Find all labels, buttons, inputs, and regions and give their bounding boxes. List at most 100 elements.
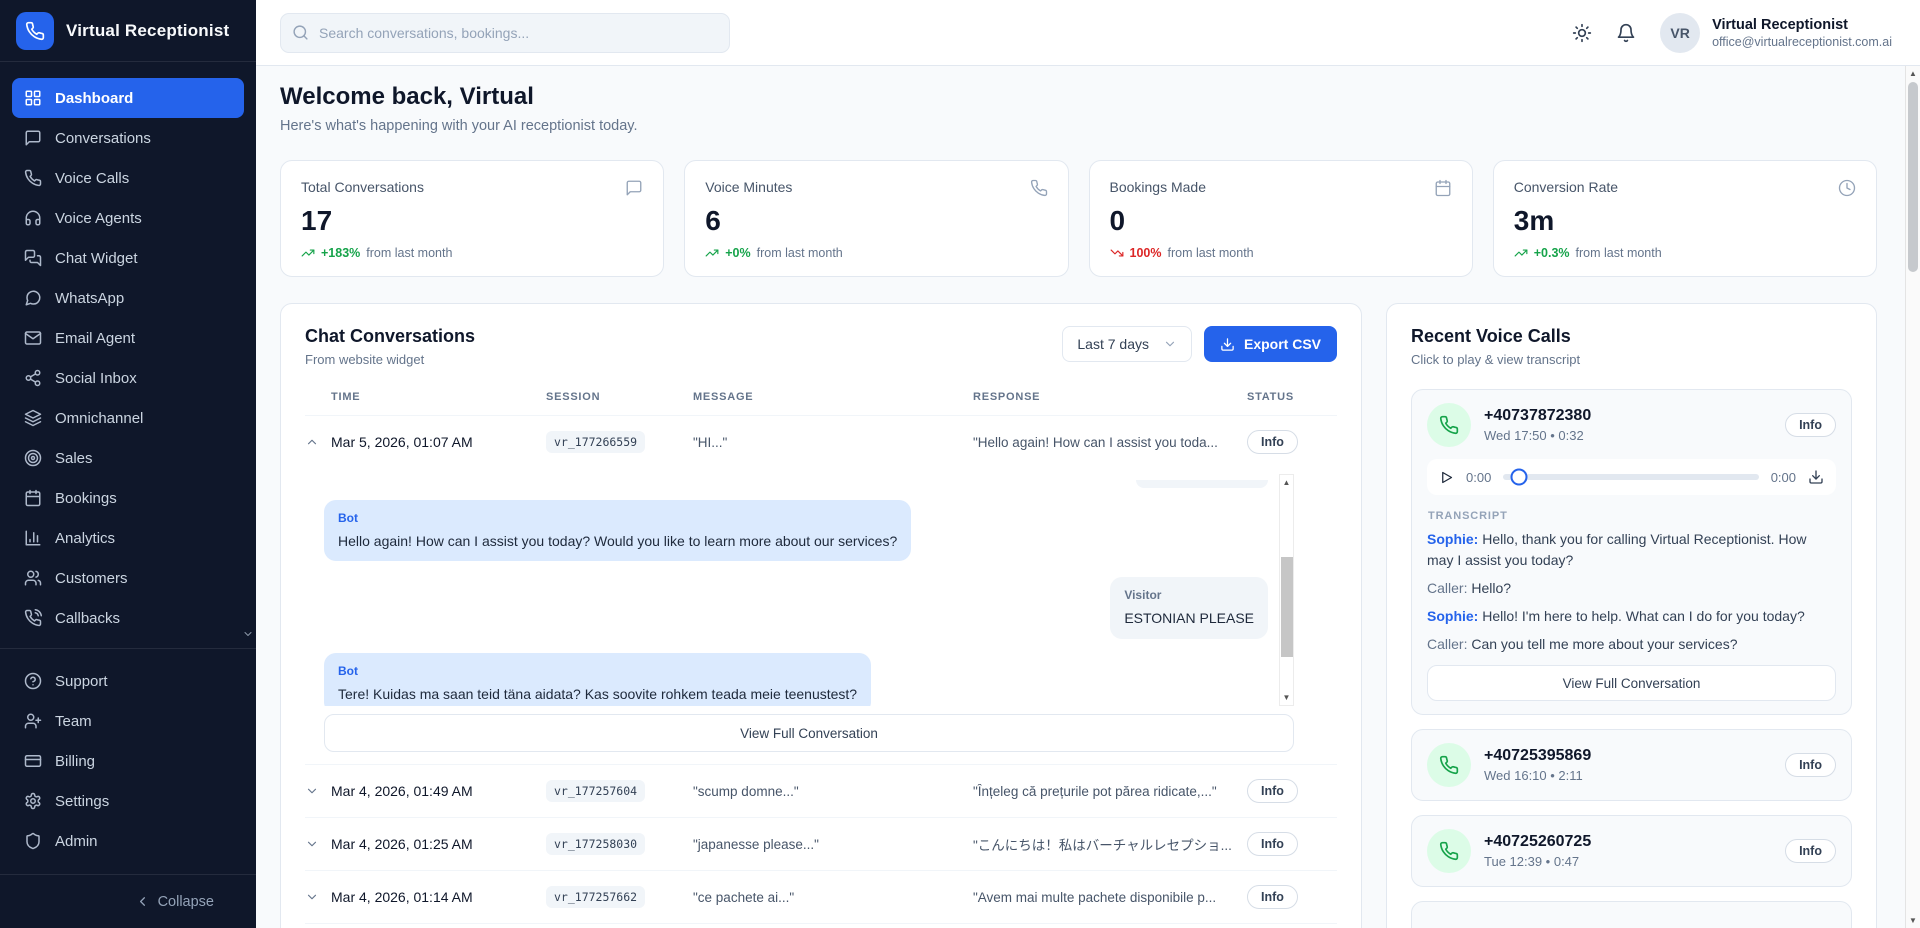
sidebar-item-settings[interactable]: Settings	[12, 781, 244, 821]
voice-call-card[interactable]: +40737872380 Wed 17:50 • 0:32 Info 0:00 …	[1411, 389, 1852, 715]
stat-value: 3m	[1514, 205, 1856, 237]
trend-up-icon	[301, 246, 315, 260]
table-row[interactable]: Mar 4, 2026, 01:49 AM vr_177257604 "scum…	[305, 764, 1337, 818]
sidebar-item-whatsapp[interactable]: WhatsApp	[12, 278, 244, 318]
visitor-message-bubble: Visitor ESTONIAN PLEASE	[1110, 577, 1268, 638]
layers-icon	[24, 409, 42, 427]
call-phone-icon	[1427, 403, 1471, 447]
date-range-select[interactable]: Last 7 days	[1062, 326, 1192, 362]
shield-icon	[24, 832, 42, 850]
sidebar-item-conversations[interactable]: Conversations	[12, 118, 244, 158]
mail-icon	[24, 329, 42, 347]
chevron-down-icon[interactable]	[305, 890, 329, 904]
view-full-conversation-button[interactable]: View Full Conversation	[1427, 665, 1836, 701]
sidebar-item-omnichannel[interactable]: Omnichannel	[12, 398, 244, 438]
voice-call-card[interactable]: +40725260725 Tue 12:39 • 0:47 Info	[1411, 815, 1852, 887]
seek-slider[interactable]	[1503, 474, 1758, 480]
sidebar-item-voice-agents[interactable]: Voice Agents	[12, 198, 244, 238]
sidebar-scroll-indicator-chevron-down-icon[interactable]	[242, 628, 254, 640]
sidebar-item-email-agent[interactable]: Email Agent	[12, 318, 244, 358]
transcript-line: Sophie: Hello, thank you for calling Vir…	[1427, 529, 1836, 571]
sidebar-item-support[interactable]: Support	[12, 661, 244, 701]
info-badge[interactable]: Info	[1247, 832, 1298, 856]
bot-message-bubble: Bot Hello again! How can I assist you to…	[324, 500, 911, 561]
search-icon	[292, 24, 309, 41]
trend-down-icon	[1110, 246, 1124, 260]
table-row-partial	[305, 924, 1337, 928]
collapse-sidebar-button[interactable]: Collapse	[0, 874, 256, 928]
conversation-scrollbar[interactable]: ▲ ▼	[1279, 474, 1294, 706]
transcript-line: Caller: Can you tell me more about your …	[1427, 634, 1836, 655]
info-badge[interactable]: Info	[1785, 413, 1836, 437]
user-email: office@virtualreceptionist.com.ai	[1712, 35, 1892, 49]
trend-up-icon	[705, 246, 719, 260]
stat-card-conversion-rate: Conversion Rate 3m +0.3%from last month	[1493, 160, 1877, 277]
info-badge[interactable]: Info	[1247, 430, 1298, 454]
table-header: TIME SESSION MESSAGE RESPONSE STATUS	[305, 391, 1337, 416]
sidebar-item-admin[interactable]: Admin	[12, 821, 244, 861]
calendar-icon	[24, 489, 42, 507]
info-badge[interactable]: Info	[1785, 753, 1836, 777]
target-icon	[24, 449, 42, 467]
page-title: Welcome back, Virtual	[280, 83, 1877, 111]
chevron-up-icon[interactable]	[305, 435, 329, 449]
session-badge: vr_177266559	[546, 431, 645, 453]
table-row[interactable]: Mar 4, 2026, 01:25 AM vr_177258030 "japa…	[305, 818, 1337, 871]
sidebar-item-analytics[interactable]: Analytics	[12, 518, 244, 558]
bot-message-bubble: Bot Tere! Kuidas ma saan teid täna aidat…	[324, 653, 871, 706]
call-meta: Wed 17:50 • 0:32	[1484, 428, 1591, 443]
sidebar-nav: Dashboard Conversations Voice Calls Voic…	[0, 62, 256, 648]
current-time: 0:00	[1466, 470, 1491, 485]
play-icon[interactable]	[1439, 470, 1454, 485]
scroll-thumb[interactable]	[1281, 557, 1293, 657]
sidebar-item-dashboard[interactable]: Dashboard	[12, 78, 244, 118]
stat-card-voice-minutes: Voice Minutes 6 +0%from last month	[684, 160, 1068, 277]
sidebar-item-team[interactable]: Team	[12, 701, 244, 741]
grid-icon	[24, 89, 42, 107]
sidebar-item-voice-calls[interactable]: Voice Calls	[12, 158, 244, 198]
slider-thumb[interactable]	[1510, 469, 1527, 486]
info-badge[interactable]: Info	[1247, 779, 1298, 803]
chevron-down-icon[interactable]	[305, 784, 329, 798]
user-menu[interactable]: VR Virtual Receptionist office@virtualre…	[1660, 13, 1892, 53]
call-phone-icon	[1427, 829, 1471, 873]
headphones-icon	[24, 209, 42, 227]
scroll-up-arrow[interactable]: ▲	[1906, 69, 1920, 78]
scroll-down-arrow[interactable]: ▼	[1906, 916, 1920, 925]
call-meta: Tue 12:39 • 0:47	[1484, 854, 1591, 869]
users-icon	[24, 569, 42, 587]
sidebar-item-chat-widget[interactable]: Chat Widget	[12, 238, 244, 278]
table-row[interactable]: Mar 4, 2026, 01:14 AM vr_177257662 "ce p…	[305, 871, 1337, 924]
help-circle-icon	[24, 672, 42, 690]
export-csv-button[interactable]: Export CSV	[1204, 326, 1337, 362]
sidebar-item-bookings[interactable]: Bookings	[12, 478, 244, 518]
sidebar-item-customers[interactable]: Customers	[12, 558, 244, 598]
view-full-conversation-button[interactable]: View Full Conversation	[324, 714, 1294, 752]
search-input[interactable]	[280, 13, 730, 53]
theme-toggle-sun-icon[interactable]	[1572, 23, 1592, 43]
page-scrollbar[interactable]: ▲ ▼	[1905, 66, 1920, 928]
voice-call-card[interactable]: +40725395869 Wed 16:10 • 2:11 Info	[1411, 729, 1852, 801]
sidebar-item-social-inbox[interactable]: Social Inbox	[12, 358, 244, 398]
message-circle-icon	[24, 289, 42, 307]
sidebar-footer-nav: Support Team Billing Settings Admin	[0, 648, 256, 873]
scroll-down-arrow[interactable]: ▼	[1280, 693, 1293, 702]
bar-chart-icon	[24, 529, 42, 547]
table-row[interactable]: Mar 5, 2026, 01:07 AM vr_177266559 "HI..…	[305, 416, 1337, 468]
sidebar-item-callbacks[interactable]: Callbacks	[12, 598, 244, 638]
gear-icon	[24, 792, 42, 810]
notifications-bell-icon[interactable]	[1616, 23, 1636, 43]
session-badge: vr_177258030	[546, 833, 645, 855]
sidebar-item-sales[interactable]: Sales	[12, 438, 244, 478]
call-number: +40725260725	[1484, 833, 1591, 851]
avatar: VR	[1660, 13, 1700, 53]
chevron-down-icon[interactable]	[305, 837, 329, 851]
scroll-thumb[interactable]	[1908, 82, 1918, 272]
info-badge[interactable]: Info	[1247, 885, 1298, 909]
download-icon[interactable]	[1808, 469, 1824, 485]
info-badge[interactable]: Info	[1785, 839, 1836, 863]
voice-call-card-partial	[1411, 901, 1852, 928]
sidebar-item-billing[interactable]: Billing	[12, 741, 244, 781]
message-square-icon	[24, 129, 42, 147]
scroll-up-arrow[interactable]: ▲	[1280, 478, 1293, 487]
